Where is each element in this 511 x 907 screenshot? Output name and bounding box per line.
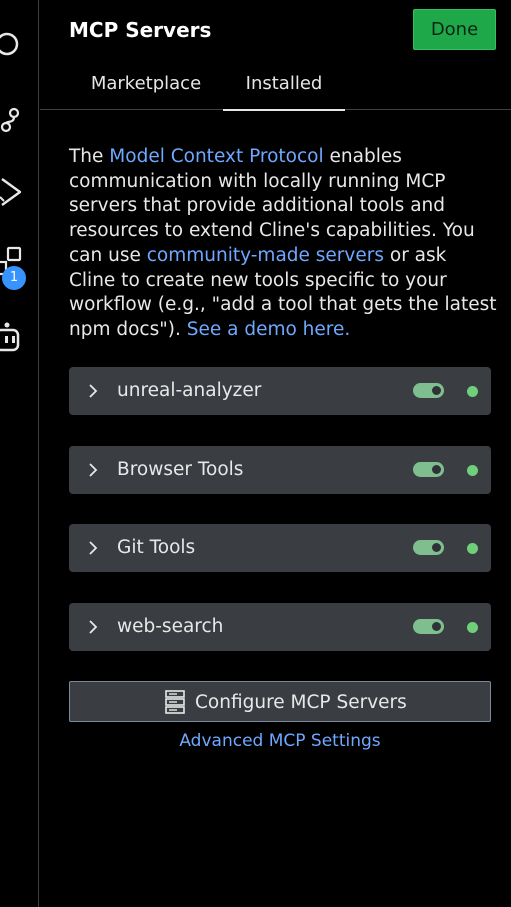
- server-list: unreal-analyzer Browser Tools Git Tools …: [69, 367, 491, 681]
- mcp-protocol-link[interactable]: Model Context Protocol: [109, 146, 323, 167]
- mcp-description: The Model Context Protocol enables commu…: [69, 145, 497, 343]
- run-debug-icon[interactable]: [0, 175, 24, 209]
- server-name: web-search: [117, 615, 224, 637]
- server-row-browser-tools[interactable]: Browser Tools: [69, 445, 491, 494]
- circle-icon[interactable]: [0, 27, 24, 61]
- status-indicator: [467, 543, 478, 554]
- community-servers-link[interactable]: community-made servers: [147, 245, 384, 266]
- status-indicator: [467, 464, 478, 476]
- panel-header: MCP Servers Done: [40, 0, 511, 58]
- tab-marketplace[interactable]: Marketplace: [80, 58, 212, 110]
- notification-badge: 1: [2, 266, 26, 290]
- configure-mcp-servers-button[interactable]: Configure MCP Servers: [69, 681, 491, 722]
- chevron-right-icon[interactable]: [87, 382, 99, 400]
- server-name: unreal-analyzer: [117, 380, 262, 401]
- tab-bar: Marketplace Installed: [40, 58, 511, 111]
- server-row-web-search[interactable]: web-search: [69, 602, 491, 651]
- advanced-mcp-settings-link[interactable]: Advanced MCP Settings: [40, 731, 511, 751]
- server-row-unreal-analyzer[interactable]: unreal-analyzer: [69, 367, 491, 415]
- server-icon: [165, 690, 185, 714]
- description-text: The: [69, 146, 110, 167]
- source-control-icon[interactable]: [0, 101, 24, 135]
- status-indicator: [467, 621, 478, 633]
- server-row-git-tools[interactable]: Git Tools: [69, 524, 491, 572]
- demo-link[interactable]: See a demo here.: [187, 319, 351, 340]
- chevron-right-icon[interactable]: [87, 539, 99, 557]
- tab-installed[interactable]: Installed: [223, 58, 345, 111]
- done-button[interactable]: Done: [413, 9, 496, 50]
- chevron-right-icon[interactable]: [87, 461, 99, 479]
- chevron-right-icon[interactable]: [87, 618, 99, 636]
- panel-title: MCP Servers: [69, 18, 212, 42]
- server-enable-toggle[interactable]: [413, 618, 444, 634]
- server-name: Browser Tools: [117, 458, 244, 480]
- server-enable-toggle[interactable]: [413, 461, 444, 477]
- server-enable-toggle[interactable]: [413, 383, 444, 398]
- server-enable-toggle[interactable]: [413, 540, 444, 555]
- robot-icon[interactable]: [0, 321, 24, 355]
- configure-label: Configure MCP Servers: [195, 692, 407, 713]
- mcp-servers-panel: MCP Servers Done Marketplace Installed T…: [40, 0, 511, 907]
- server-name: Git Tools: [117, 537, 196, 558]
- activity-bar: 1: [0, 0, 39, 907]
- status-indicator: [467, 386, 478, 397]
